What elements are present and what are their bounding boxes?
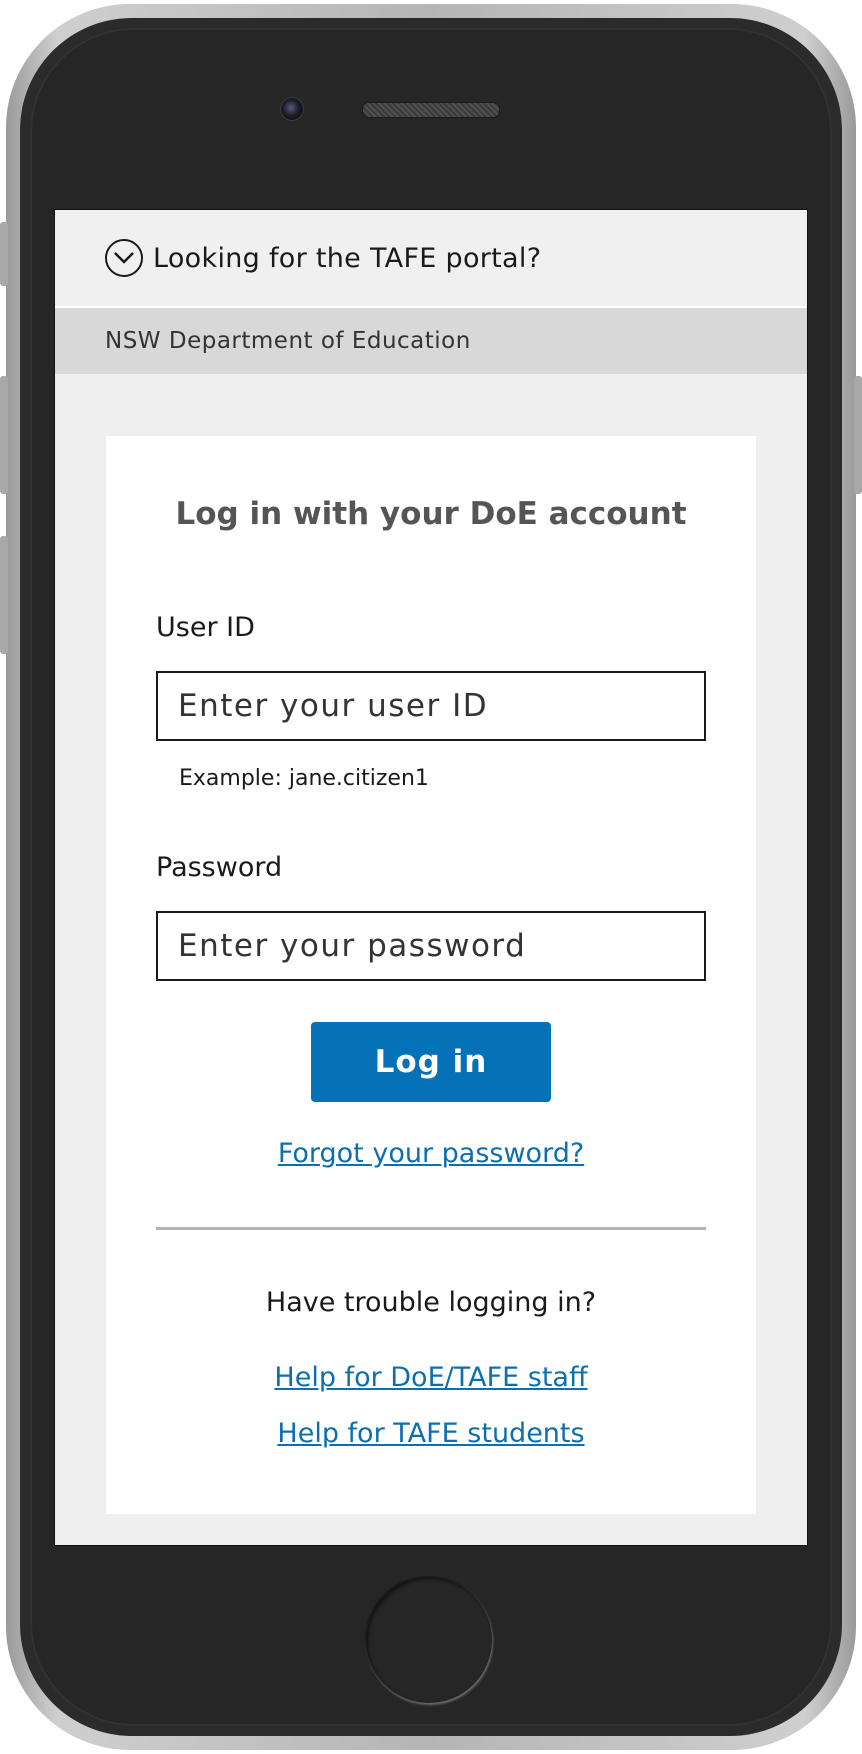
power-button (854, 376, 862, 494)
home-button[interactable] (366, 1577, 492, 1703)
user-id-label: User ID (156, 612, 255, 643)
divider (156, 1227, 706, 1230)
help-staff-link[interactable]: Help for DoE/TAFE staff (106, 1362, 756, 1393)
chevron-down-circle-icon (105, 239, 143, 277)
department-name: NSW Department of Education (105, 328, 471, 354)
volume-up-button (0, 376, 8, 494)
login-card: Log in with your DoE account User ID Exa… (106, 436, 756, 1514)
trouble-heading: Have trouble logging in? (265, 1287, 597, 1318)
department-bar: NSW Department of Education (55, 308, 807, 374)
earpiece-speaker (362, 102, 500, 118)
tafe-portal-toggle[interactable]: Looking for the TAFE portal? (55, 210, 807, 308)
volume-down-button (0, 536, 8, 654)
login-button[interactable]: Log in (311, 1022, 551, 1102)
help-students-link[interactable]: Help for TAFE students (106, 1418, 756, 1449)
phone-screen: Looking for the TAFE portal? NSW Departm… (54, 209, 808, 1546)
front-camera (280, 97, 304, 121)
user-id-hint: Example: jane.citizen1 (179, 766, 429, 791)
login-title: Log in with your DoE account (175, 496, 687, 532)
password-input[interactable] (156, 911, 706, 981)
mute-switch (0, 222, 8, 286)
user-id-input[interactable] (156, 671, 706, 741)
forgot-password-link[interactable]: Forgot your password? (106, 1138, 756, 1169)
password-label: Password (156, 852, 283, 883)
tafe-portal-label: Looking for the TAFE portal? (153, 242, 542, 274)
